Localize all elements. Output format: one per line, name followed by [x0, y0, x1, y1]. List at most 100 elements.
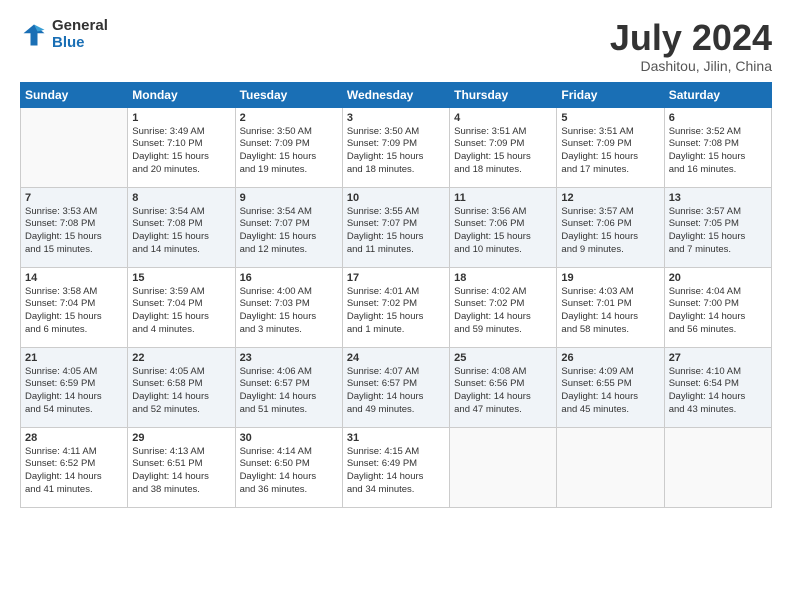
cell-3-1: 14Sunrise: 3:58 AM Sunset: 7:04 PM Dayli… [21, 267, 128, 347]
week-row-5: 28 Sunrise: 4:11 AM Sunset: 6:52 PM Dayli… [21, 427, 772, 507]
cell-content: Sunrise: 3:59 AM Sunset: 7:04 PM Dayligh… [132, 286, 230, 337]
day-number: 23 [240, 352, 338, 364]
cell-content: Sunrise: 3:52 AM Sunset: 7:08 PM Dayligh… [669, 126, 767, 177]
logo-text: General Blue [52, 18, 108, 51]
day-number: 14 [25, 272, 123, 284]
day-number: 28 [25, 432, 123, 444]
day-number: 25 [454, 352, 552, 364]
day-number: 19 [561, 272, 659, 284]
cell-content: Sunrise: 4:00 AM Sunset: 7:03 PM Dayligh… [240, 286, 338, 337]
day-number: 5 [561, 112, 659, 124]
cell-3-6: 19 Sunrise: 4:03 AM Sunset: 7:01 PM Dayli… [557, 267, 664, 347]
cell-3-3: 16 Sunrise: 4:00 AM Sunset: 7:03 PM Dayli… [235, 267, 342, 347]
cell-2-5: 11Sunrise: 3:56 AM Sunset: 7:06 PM Dayli… [450, 187, 557, 267]
cell-1-6: 5 Sunrise: 3:51 AM Sunset: 7:09 PM Daylig… [557, 107, 664, 187]
day-header-wednesday: Wednesday [342, 82, 449, 107]
logo-general-text: General [52, 18, 108, 35]
cell-2-1: 7Sunrise: 3:53 AM Sunset: 7:08 PM Daylig… [21, 187, 128, 267]
cell-content: Sunrise: 4:08 AM Sunset: 6:56 PM Dayligh… [454, 366, 552, 417]
cell-4-5: 25 Sunrise: 4:08 AM Sunset: 6:56 PM Dayli… [450, 347, 557, 427]
cell-content: Sunrise: 3:50 AM Sunset: 7:09 PM Dayligh… [347, 126, 445, 177]
cell-5-4: 31 Sunrise: 4:15 AM Sunset: 6:49 PM Dayli… [342, 427, 449, 507]
cell-3-4: 17 Sunrise: 4:01 AM Sunset: 7:02 PM Dayli… [342, 267, 449, 347]
cell-5-6 [557, 427, 664, 507]
cell-2-4: 10 Sunrise: 3:55 AM Sunset: 7:07 PM Dayli… [342, 187, 449, 267]
day-number: 8 [132, 192, 230, 204]
cell-4-4: 24Sunrise: 4:07 AM Sunset: 6:57 PM Dayli… [342, 347, 449, 427]
cell-2-3: 9 Sunrise: 3:54 AM Sunset: 7:07 PM Daylig… [235, 187, 342, 267]
logo-icon [20, 21, 48, 49]
cell-5-7 [664, 427, 771, 507]
cell-4-3: 23 Sunrise: 4:06 AM Sunset: 6:57 PM Dayli… [235, 347, 342, 427]
cell-content: Sunrise: 4:01 AM Sunset: 7:02 PM Dayligh… [347, 286, 445, 337]
day-number: 6 [669, 112, 767, 124]
cell-2-7: 13 Sunrise: 3:57 AM Sunset: 7:05 PM Dayli… [664, 187, 771, 267]
day-number: 30 [240, 432, 338, 444]
day-header-sunday: Sunday [21, 82, 128, 107]
cell-content: Sunrise: 3:50 AM Sunset: 7:09 PM Dayligh… [240, 126, 338, 177]
cell-2-6: 12 Sunrise: 3:57 AM Sunset: 7:06 PM Dayli… [557, 187, 664, 267]
cell-content: Sunrise: 3:57 AM Sunset: 7:05 PM Dayligh… [669, 206, 767, 257]
day-number: 17 [347, 272, 445, 284]
cell-content: Sunrise: 3:55 AM Sunset: 7:07 PM Dayligh… [347, 206, 445, 257]
location: Dashitou, Jilin, China [610, 58, 772, 74]
cell-content: Sunrise: 3:56 AM Sunset: 7:06 PM Dayligh… [454, 206, 552, 257]
cell-1-2: 1Sunrise: 3:49 AM Sunset: 7:10 PM Daylig… [128, 107, 235, 187]
cell-content: Sunrise: 4:09 AM Sunset: 6:55 PM Dayligh… [561, 366, 659, 417]
cell-4-7: 27 Sunrise: 4:10 AM Sunset: 6:54 PM Dayli… [664, 347, 771, 427]
day-number: 4 [454, 112, 552, 124]
logo: General Blue [20, 18, 108, 51]
day-header-saturday: Saturday [664, 82, 771, 107]
day-number: 1 [132, 112, 230, 124]
day-header-monday: Monday [128, 82, 235, 107]
day-header-tuesday: Tuesday [235, 82, 342, 107]
day-number: 9 [240, 192, 338, 204]
day-number: 24 [347, 352, 445, 364]
cell-content: Sunrise: 3:54 AM Sunset: 7:07 PM Dayligh… [240, 206, 338, 257]
cell-1-4: 3 Sunrise: 3:50 AM Sunset: 7:09 PM Daylig… [342, 107, 449, 187]
day-number: 16 [240, 272, 338, 284]
day-number: 12 [561, 192, 659, 204]
day-number: 7 [25, 192, 123, 204]
day-number: 18 [454, 272, 552, 284]
cell-5-3: 30 Sunrise: 4:14 AM Sunset: 6:50 PM Dayli… [235, 427, 342, 507]
logo-blue-text: Blue [52, 35, 108, 52]
day-number: 21 [25, 352, 123, 364]
day-number: 31 [347, 432, 445, 444]
cell-content: Sunrise: 4:11 AM Sunset: 6:52 PM Dayligh… [25, 446, 123, 497]
week-row-1: 1Sunrise: 3:49 AM Sunset: 7:10 PM Daylig… [21, 107, 772, 187]
day-number: 26 [561, 352, 659, 364]
cell-1-5: 4 Sunrise: 3:51 AM Sunset: 7:09 PM Daylig… [450, 107, 557, 187]
cell-3-5: 18Sunrise: 4:02 AM Sunset: 7:02 PM Dayli… [450, 267, 557, 347]
day-number: 29 [132, 432, 230, 444]
day-header-thursday: Thursday [450, 82, 557, 107]
cell-content: Sunrise: 3:51 AM Sunset: 7:09 PM Dayligh… [454, 126, 552, 177]
day-number: 2 [240, 112, 338, 124]
cell-3-2: 15 Sunrise: 3:59 AM Sunset: 7:04 PM Dayli… [128, 267, 235, 347]
cell-content: Sunrise: 4:14 AM Sunset: 6:50 PM Dayligh… [240, 446, 338, 497]
cell-content: Sunrise: 4:05 AM Sunset: 6:59 PM Dayligh… [25, 366, 123, 417]
cell-content: Sunrise: 3:54 AM Sunset: 7:08 PM Dayligh… [132, 206, 230, 257]
cell-content: Sunrise: 4:03 AM Sunset: 7:01 PM Dayligh… [561, 286, 659, 337]
cell-3-7: 20 Sunrise: 4:04 AM Sunset: 7:00 PM Dayli… [664, 267, 771, 347]
cell-5-5 [450, 427, 557, 507]
cell-content: Sunrise: 3:51 AM Sunset: 7:09 PM Dayligh… [561, 126, 659, 177]
cell-content: Sunrise: 4:06 AM Sunset: 6:57 PM Dayligh… [240, 366, 338, 417]
cell-4-2: 22Sunrise: 4:05 AM Sunset: 6:58 PM Dayli… [128, 347, 235, 427]
day-number: 13 [669, 192, 767, 204]
day-number: 27 [669, 352, 767, 364]
cell-content: Sunrise: 3:57 AM Sunset: 7:06 PM Dayligh… [561, 206, 659, 257]
cell-content: Sunrise: 4:10 AM Sunset: 6:54 PM Dayligh… [669, 366, 767, 417]
day-number: 3 [347, 112, 445, 124]
cell-5-1: 28 Sunrise: 4:11 AM Sunset: 6:52 PM Dayli… [21, 427, 128, 507]
day-number: 15 [132, 272, 230, 284]
cell-4-6: 26 Sunrise: 4:09 AM Sunset: 6:55 PM Dayli… [557, 347, 664, 427]
month-title: July 2024 [610, 18, 772, 58]
cell-5-2: 29Sunrise: 4:13 AM Sunset: 6:51 PM Dayli… [128, 427, 235, 507]
cell-content: Sunrise: 4:15 AM Sunset: 6:49 PM Dayligh… [347, 446, 445, 497]
calendar-page: General Blue July 2024 Dashitou, Jilin, … [0, 0, 792, 612]
day-number: 20 [669, 272, 767, 284]
cell-content: Sunrise: 4:04 AM Sunset: 7:00 PM Dayligh… [669, 286, 767, 337]
day-header-friday: Friday [557, 82, 664, 107]
day-number: 10 [347, 192, 445, 204]
